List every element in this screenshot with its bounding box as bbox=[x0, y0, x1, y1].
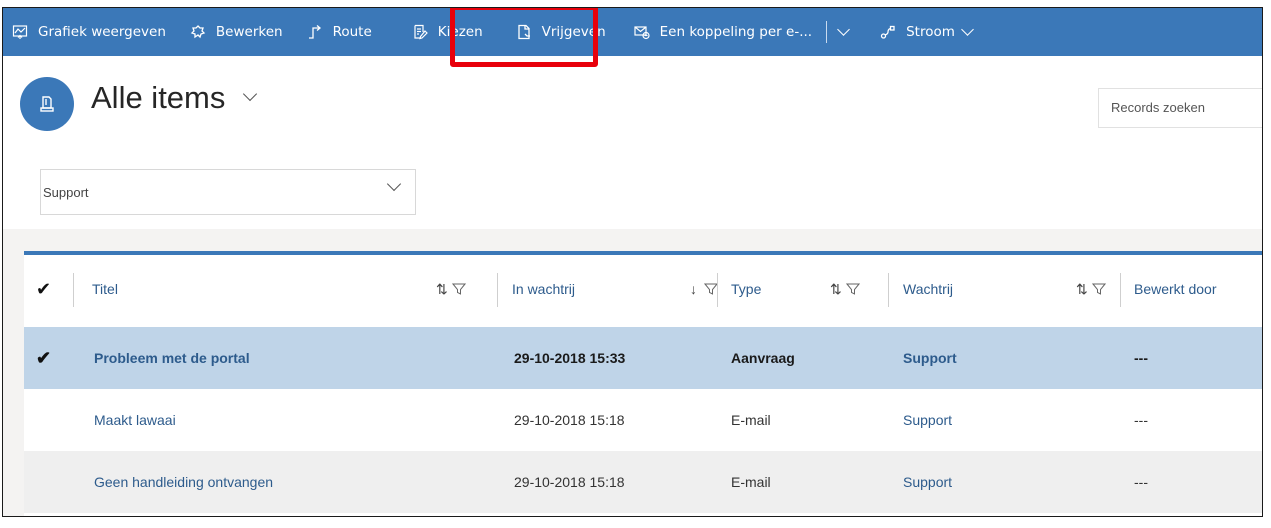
filter-icon[interactable] bbox=[845, 282, 860, 296]
chart-icon bbox=[12, 24, 28, 40]
sort-both-icon[interactable]: ⇅ bbox=[436, 281, 448, 298]
edit-icon bbox=[190, 24, 206, 40]
email-link-icon bbox=[634, 24, 650, 40]
release-label: Vrijgeven bbox=[541, 24, 606, 40]
chevron-down-icon bbox=[243, 86, 258, 102]
edit-label: Bewerken bbox=[215, 24, 283, 40]
column-divider bbox=[717, 273, 718, 307]
sort-desc-icon[interactable]: ↓ bbox=[690, 281, 697, 297]
row-worked-by: --- bbox=[1134, 474, 1148, 490]
column-worked-by-label: Bewerkt door bbox=[1134, 281, 1217, 297]
filter-icon[interactable] bbox=[704, 282, 718, 296]
queue-selector[interactable]: Support bbox=[40, 169, 416, 215]
release-button[interactable]: Vrijgeven bbox=[516, 8, 606, 56]
toolbar-divider bbox=[826, 21, 828, 43]
column-title-controls: ⇅ bbox=[436, 255, 466, 323]
email-link-button[interactable]: Een koppeling per e-... bbox=[634, 8, 812, 56]
show-chart-button[interactable]: Grafiek weergeven bbox=[12, 8, 166, 56]
column-header-type[interactable]: Type bbox=[731, 255, 761, 323]
select-all-checkbox[interactable]: ✔ bbox=[36, 255, 51, 323]
table-row[interactable]: Maakt lawaai 29-10-2018 15:18 E-mail Sup… bbox=[24, 389, 1262, 451]
sort-both-icon[interactable]: ⇅ bbox=[1076, 281, 1088, 298]
more-commands-button[interactable] bbox=[837, 8, 854, 56]
route-button[interactable]: Route bbox=[307, 8, 372, 56]
column-header-worked-by[interactable]: Bewerkt door bbox=[1134, 255, 1216, 323]
row-queue-link[interactable]: Support bbox=[903, 474, 952, 490]
edit-button[interactable]: Bewerken bbox=[190, 8, 283, 56]
row-in-queue: 29-10-2018 15:18 bbox=[514, 412, 625, 428]
row-queue-link[interactable]: Support bbox=[903, 350, 957, 366]
column-in-queue-controls: ↓ bbox=[690, 255, 718, 323]
column-header-in-queue[interactable]: In wachtrij bbox=[512, 255, 575, 323]
route-label: Route bbox=[332, 24, 372, 40]
chevron-down-icon bbox=[837, 23, 850, 36]
chevron-down-icon bbox=[961, 23, 974, 36]
page-title: Alle items bbox=[91, 80, 226, 115]
flow-label: Stroom bbox=[906, 24, 955, 40]
row-checkmark-icon[interactable]: ✔ bbox=[36, 348, 51, 369]
command-bar: Grafiek weergeven Bewerken Route Kiezen … bbox=[3, 8, 1262, 56]
release-icon bbox=[516, 24, 532, 40]
row-type: E-mail bbox=[731, 474, 771, 490]
column-type-controls: ⇅ bbox=[830, 255, 860, 323]
row-title-link[interactable]: Probleem met de portal bbox=[94, 350, 250, 366]
column-divider bbox=[497, 273, 498, 307]
pick-button[interactable]: Kiezen bbox=[412, 8, 483, 56]
queue-selector-value: Support bbox=[43, 184, 89, 200]
column-queue-controls: ⇅ bbox=[1076, 255, 1106, 323]
row-type: Aanvraag bbox=[731, 350, 795, 366]
document-icon bbox=[40, 96, 54, 112]
show-chart-label: Grafiek weergeven bbox=[38, 24, 166, 40]
row-queue-link[interactable]: Support bbox=[903, 412, 952, 428]
column-header-queue[interactable]: Wachtrij bbox=[903, 255, 953, 323]
row-worked-by: --- bbox=[1134, 350, 1148, 366]
column-title-label: Titel bbox=[92, 281, 118, 297]
row-in-queue: 29-10-2018 15:18 bbox=[514, 474, 625, 490]
flow-icon bbox=[880, 24, 896, 40]
table-row[interactable]: ✔ Probleem met de portal 29-10-2018 15:3… bbox=[24, 327, 1262, 389]
column-type-label: Type bbox=[731, 281, 762, 297]
chevron-down-icon bbox=[386, 176, 402, 192]
column-header-title[interactable]: Titel bbox=[92, 255, 492, 323]
route-icon bbox=[307, 24, 323, 40]
records-grid: ✔ Titel ⇅ In wachtrij ↓ Type ⇅ Wachtrij … bbox=[24, 251, 1262, 516]
column-divider bbox=[73, 273, 74, 307]
app-window: Grafiek weergeven Bewerken Route Kiezen … bbox=[2, 7, 1263, 517]
email-link-label: Een koppeling per e-... bbox=[659, 24, 813, 40]
checkmark-icon: ✔ bbox=[36, 278, 52, 299]
sort-both-icon[interactable]: ⇅ bbox=[830, 281, 842, 298]
column-queue-label: Wachtrij bbox=[903, 281, 954, 297]
row-worked-by: --- bbox=[1134, 412, 1148, 428]
search-records-input[interactable]: Records zoeken bbox=[1098, 88, 1262, 128]
grid-header: ✔ Titel ⇅ In wachtrij ↓ Type ⇅ Wachtrij … bbox=[24, 255, 1262, 323]
pick-label: Kiezen bbox=[437, 24, 483, 40]
column-divider bbox=[888, 273, 889, 307]
row-title-link[interactable]: Geen handleiding ontvangen bbox=[94, 474, 273, 490]
column-divider bbox=[1120, 273, 1121, 307]
view-title[interactable]: Alle items bbox=[91, 80, 258, 116]
filter-icon[interactable] bbox=[1091, 282, 1106, 296]
column-in-queue-label: In wachtrij bbox=[512, 281, 576, 297]
table-row[interactable]: Geen handleiding ontvangen 29-10-2018 15… bbox=[24, 451, 1262, 513]
row-type: E-mail bbox=[731, 412, 771, 428]
entity-avatar bbox=[20, 77, 74, 131]
filter-icon[interactable] bbox=[451, 282, 466, 296]
pick-icon bbox=[412, 24, 428, 40]
row-in-queue: 29-10-2018 15:33 bbox=[514, 350, 626, 366]
flow-button[interactable]: Stroom bbox=[880, 8, 974, 56]
row-title-link[interactable]: Maakt lawaai bbox=[94, 412, 176, 428]
